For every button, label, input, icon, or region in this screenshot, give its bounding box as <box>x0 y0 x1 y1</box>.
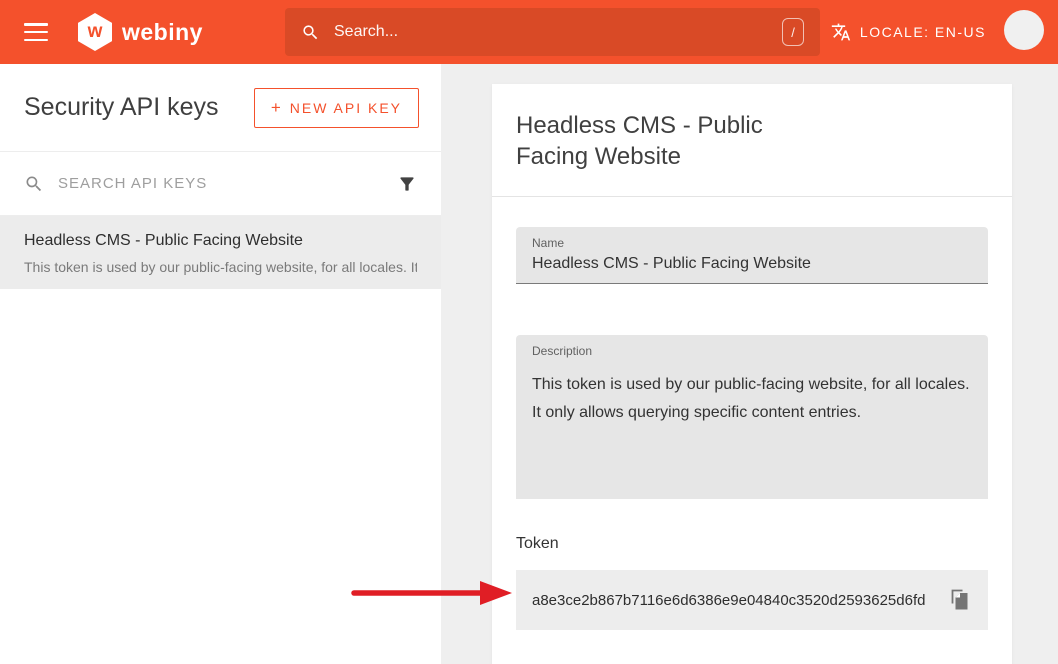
copy-icon <box>948 588 972 612</box>
detail-card-body: Name Description This token is used by o… <box>492 197 1012 654</box>
webiny-logo-wordmark: webiny <box>122 19 203 46</box>
description-field: Description This token is used by our pu… <box>516 335 988 499</box>
api-keys-panel: Security API keys + NEW API KEY Headless… <box>0 64 441 664</box>
search-icon <box>24 174 44 194</box>
page-title: Security API keys <box>24 93 219 122</box>
api-key-list-item[interactable]: Headless CMS - Public Facing Website Thi… <box>0 216 441 289</box>
name-field-label: Name <box>532 236 972 250</box>
token-box: a8e3ce2b867b7116e6d6386e9e04840c3520d259… <box>516 570 988 630</box>
translate-icon <box>831 22 851 42</box>
token-label: Token <box>516 535 988 553</box>
global-search-bar[interactable]: / <box>285 8 820 56</box>
api-keys-search-row <box>0 152 441 216</box>
app-header: w webiny / LOCALE: EN-US <box>0 0 1058 64</box>
panel-header: Security API keys + NEW API KEY <box>0 64 441 152</box>
description-field-label: Description <box>532 344 972 358</box>
locale-menu[interactable]: LOCALE: EN-US <box>831 0 986 64</box>
new-api-key-button[interactable]: + NEW API KEY <box>254 88 419 128</box>
name-input[interactable] <box>532 255 972 273</box>
global-search-input[interactable] <box>334 23 782 41</box>
api-key-item-description: This token is used by our public-facing … <box>24 259 417 275</box>
search-shortcut-badge: / <box>782 18 804 46</box>
locale-label: LOCALE: EN-US <box>860 24 986 40</box>
description-textarea[interactable]: This token is used by our public-facing … <box>532 371 972 489</box>
token-value: a8e3ce2b867b7116e6d6386e9e04840c3520d259… <box>532 592 925 609</box>
name-field: Name <box>516 227 988 284</box>
webiny-logo[interactable]: w webiny <box>78 13 203 51</box>
search-icon <box>301 23 320 42</box>
api-keys-search-input[interactable] <box>58 175 397 192</box>
api-key-detail-card: Headless CMS - Public Facing Website Nam… <box>492 84 1012 664</box>
detail-card-header: Headless CMS - Public Facing Website <box>492 84 1012 197</box>
avatar[interactable] <box>1004 10 1044 50</box>
filter-button[interactable] <box>397 174 417 194</box>
hamburger-menu-icon[interactable] <box>24 23 48 41</box>
copy-token-button[interactable] <box>948 588 972 612</box>
new-api-key-button-label: NEW API KEY <box>290 100 402 116</box>
filter-icon <box>397 174 417 194</box>
detail-title: Headless CMS - Public Facing Website <box>516 110 796 172</box>
webiny-logo-hexagon-icon: w <box>78 13 112 51</box>
webiny-logo-mark: w <box>88 21 103 43</box>
api-key-item-title: Headless CMS - Public Facing Website <box>24 232 417 250</box>
plus-icon: + <box>271 98 281 118</box>
